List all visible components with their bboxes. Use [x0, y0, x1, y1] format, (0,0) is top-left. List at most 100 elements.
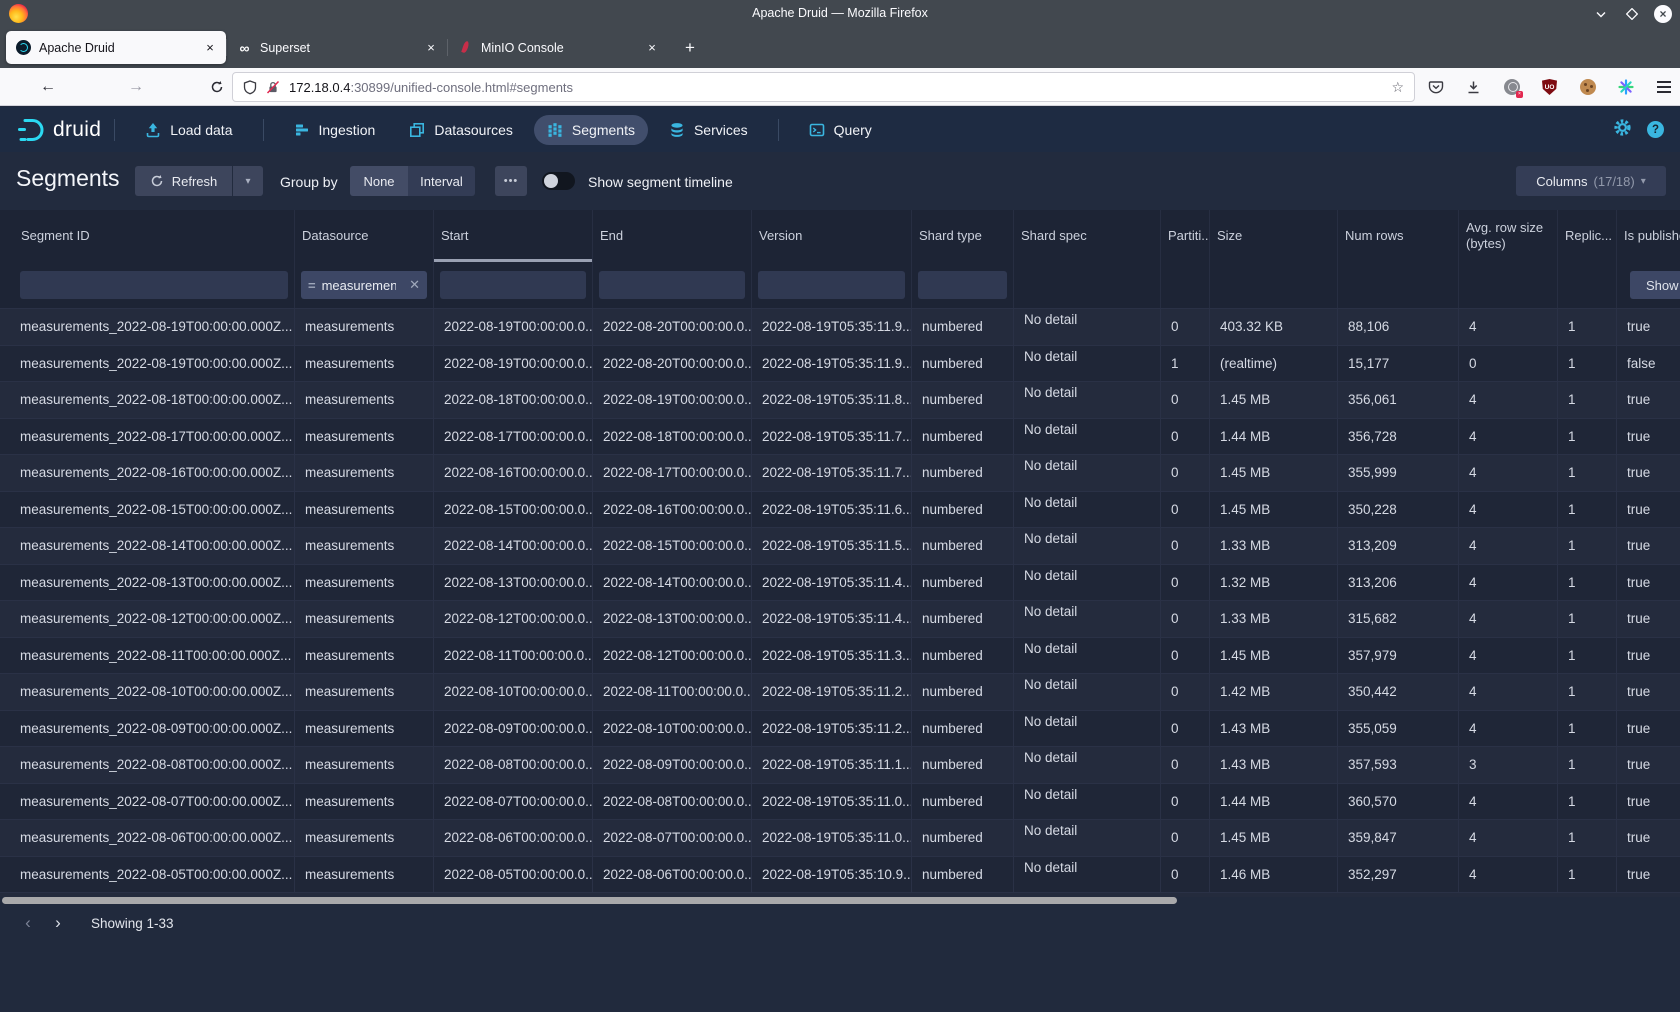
column-header-shard-type[interactable]: Shard type	[912, 210, 1014, 262]
cell-replicas: 1	[1558, 784, 1617, 820]
nav-item-query[interactable]: Query	[796, 115, 885, 145]
page-title: Segments	[16, 165, 120, 192]
cell-partition: 0	[1161, 382, 1210, 418]
column-header-is-published[interactable]: Is published	[1617, 210, 1680, 262]
column-header-label: Shard spec	[1021, 228, 1087, 244]
table-row: measurements_2022-08-07T00:00:00.000Z...…	[0, 783, 1680, 820]
browser-tab-superset[interactable]: ∞Superset×	[227, 31, 447, 64]
nav-item-segments[interactable]: Segments	[534, 115, 648, 145]
filter-input-3[interactable]	[599, 271, 745, 299]
new-tab-button[interactable]: +	[676, 34, 704, 62]
help-icon[interactable]: ?	[1647, 121, 1664, 138]
containers-asterisk-icon[interactable]	[1617, 79, 1634, 96]
filter-input-2[interactable]	[440, 271, 586, 299]
cell-segment-id: measurements_2022-08-07T00:00:00.000Z...	[0, 784, 295, 820]
cell-end: 2022-08-16T00:00:00.0...	[593, 492, 752, 528]
filter-input-4[interactable]	[758, 271, 905, 299]
cell-is-published: true	[1617, 309, 1680, 345]
tab-close-icon[interactable]: ×	[643, 39, 661, 57]
filter-remove-icon[interactable]: ✕	[409, 277, 420, 293]
window-minimize-icon[interactable]	[1592, 5, 1610, 23]
refresh-button[interactable]: Refresh	[135, 166, 232, 196]
table-row: measurements_2022-08-18T00:00:00.000Z...…	[0, 381, 1680, 418]
browser-tab-minio-console[interactable]: MinIO Console×	[448, 31, 668, 64]
cell-version: 2022-08-19T05:35:11.2...	[752, 711, 912, 747]
reload-button[interactable]	[203, 73, 231, 101]
segment-timeline-toggle[interactable]	[542, 172, 575, 190]
column-header-partiti[interactable]: Partiti...	[1161, 210, 1210, 262]
cell-replicas: 1	[1558, 638, 1617, 674]
column-header-shard-spec[interactable]: Shard spec	[1014, 210, 1161, 262]
cell-partition: 0	[1161, 492, 1210, 528]
cookie-icon[interactable]	[1579, 79, 1596, 96]
tab-close-icon[interactable]: ×	[201, 39, 219, 57]
more-options-button[interactable]: •••	[495, 166, 527, 196]
cell-avg-row-size: 4	[1459, 382, 1558, 418]
cell-partition: 0	[1161, 419, 1210, 455]
nav-item-services[interactable]: Services	[656, 115, 761, 145]
datasource-filter-chip[interactable]: =measurements✕	[301, 271, 427, 299]
pagination-footer: ‹ › Showing 1-33	[0, 905, 1680, 1012]
cell-num-rows: 357,593	[1338, 747, 1459, 783]
group-by-none-button[interactable]: None	[350, 166, 408, 196]
cell-replicas: 1	[1558, 309, 1617, 345]
previous-page-button[interactable]: ‹	[16, 911, 40, 935]
ublock-icon[interactable]: UO	[1541, 79, 1558, 96]
settings-gear-icon[interactable]	[1613, 118, 1632, 142]
cell-replicas: 1	[1558, 455, 1617, 491]
cell-avg-row-size: 4	[1459, 674, 1558, 710]
browser-tab-apache-druid[interactable]: Apache Druid×	[6, 31, 226, 64]
refresh-label: Refresh	[172, 174, 218, 189]
insecure-lock-icon[interactable]	[266, 80, 280, 95]
cell-end: 2022-08-10T00:00:00.0...	[593, 711, 752, 747]
nav-item-ingestion[interactable]: Ingestion	[281, 115, 389, 145]
nav-item-datasources[interactable]: Datasources	[396, 115, 526, 145]
url-bar[interactable]: 172.18.0.4:30899/unified-console.html#se…	[232, 72, 1415, 102]
extension-icon[interactable]: ×	[1503, 79, 1520, 96]
filter-input-0[interactable]	[20, 271, 288, 299]
filter-cell-9	[1338, 262, 1459, 308]
horizontal-scrollbar[interactable]	[2, 897, 1177, 904]
druid-logo[interactable]: druid	[16, 117, 101, 143]
navbar-divider	[263, 119, 264, 141]
group-by-none-label: None	[363, 174, 394, 189]
group-by-interval-button[interactable]: Interval	[408, 166, 475, 196]
cell-size: (realtime)	[1210, 346, 1338, 382]
tab-close-icon[interactable]: ×	[422, 39, 440, 57]
cell-segment-id: measurements_2022-08-05T00:00:00.000Z...	[0, 857, 295, 893]
window-maximize-icon[interactable]	[1623, 5, 1641, 23]
segment-timeline-toggle-label: Show segment timeline	[588, 174, 733, 190]
group-by-label: Group by	[280, 174, 338, 190]
shield-icon[interactable]	[243, 80, 257, 95]
column-header-datasource[interactable]: Datasource	[295, 210, 434, 262]
column-header-start[interactable]: Start	[434, 210, 593, 262]
bookmark-star-icon[interactable]: ☆	[1391, 79, 1404, 96]
column-header-segment-id[interactable]: Segment ID	[0, 210, 295, 262]
url-text[interactable]: 172.18.0.4:30899/unified-console.html#se…	[289, 80, 1383, 95]
cell-num-rows: 88,106	[1338, 309, 1459, 345]
column-header-avg-row-size-bytes[interactable]: Avg. row size (bytes)	[1459, 210, 1558, 262]
column-header-version[interactable]: Version	[752, 210, 912, 262]
pocket-icon[interactable]	[1427, 79, 1444, 96]
forward-button[interactable]: →	[122, 73, 150, 101]
column-header-size[interactable]: Size	[1210, 210, 1338, 262]
column-header-end[interactable]: End	[593, 210, 752, 262]
cell-shard-type: numbered	[912, 309, 1014, 345]
filter-input-5[interactable]	[918, 271, 1007, 299]
window-close-icon[interactable]: ×	[1654, 5, 1672, 23]
cell-start: 2022-08-11T00:00:00.0...	[434, 638, 593, 674]
cell-segment-id: measurements_2022-08-15T00:00:00.000Z...	[0, 492, 295, 528]
cell-start: 2022-08-05T00:00:00.0...	[434, 857, 593, 893]
column-header-replic[interactable]: Replic...	[1558, 210, 1617, 262]
nav-item-load-data[interactable]: Load data	[132, 115, 245, 145]
next-page-button[interactable]: ›	[46, 911, 70, 935]
column-header-num-rows[interactable]: Num rows	[1338, 210, 1459, 262]
columns-button[interactable]: Columns (17/18) ▾	[1516, 166, 1666, 196]
menu-hamburger-icon[interactable]	[1655, 79, 1672, 96]
show-filter-button[interactable]: Show	[1630, 271, 1680, 299]
downloads-icon[interactable]	[1465, 79, 1482, 96]
back-button[interactable]: ←	[34, 73, 62, 101]
refresh-dropdown-button[interactable]: ▾	[233, 166, 263, 196]
cell-shard-spec: No detail	[1014, 528, 1161, 564]
filter-cell-11	[1558, 262, 1617, 308]
